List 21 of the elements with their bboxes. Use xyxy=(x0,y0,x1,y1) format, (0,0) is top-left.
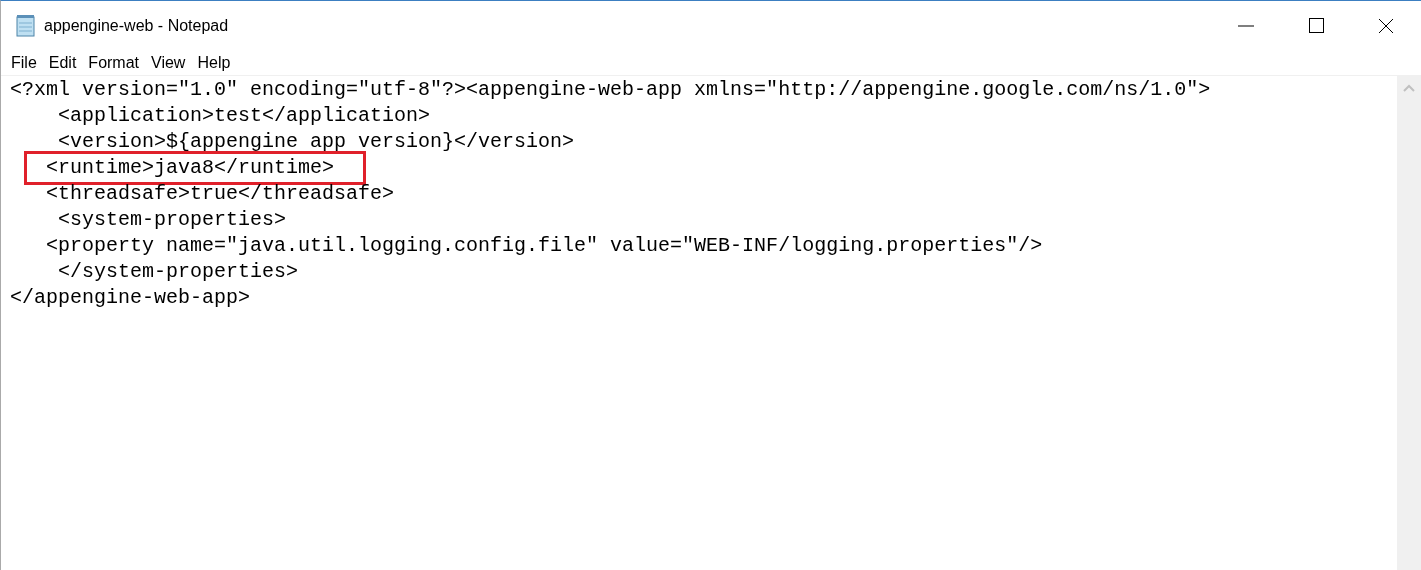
code-line: <application>test</application> xyxy=(57,103,431,129)
scroll-up-icon xyxy=(1403,84,1415,92)
menu-item[interactable]: File xyxy=(5,50,43,75)
code-line: </system-properties> xyxy=(57,259,299,285)
notepad-icon xyxy=(16,14,36,37)
minimize-icon xyxy=(1238,24,1254,27)
code-line: <version>${appengine app version}</version> xyxy=(57,129,575,155)
code-line: <property name="java.util.logging.config.file" value="WEB-INF/logging.properties"/> xyxy=(45,233,1043,259)
scrollbar[interactable] xyxy=(1397,76,1421,570)
window-title: appengine-web - Notepad xyxy=(44,15,229,36)
close-icon xyxy=(1378,17,1394,34)
code-line: </appengine-web-app> xyxy=(10,285,251,311)
menu-item[interactable]: Format xyxy=(82,50,146,75)
code-line: <runtime>java8</runtime> xyxy=(45,155,335,181)
code-line: <threadsafe>true</threadsafe> xyxy=(45,181,395,207)
menu-item[interactable]: Edit xyxy=(42,50,83,75)
maximize-icon xyxy=(1308,18,1324,33)
code-line: <system-properties> xyxy=(57,207,287,233)
menu-item[interactable]: Help xyxy=(191,50,237,75)
menu-item[interactable]: View xyxy=(145,50,192,75)
code-line: <?xml version="1.0" encoding="utf-8"?><appengine-web-app xmlns="http://appengine.google.com/ns/1.0"> xyxy=(10,77,1211,103)
